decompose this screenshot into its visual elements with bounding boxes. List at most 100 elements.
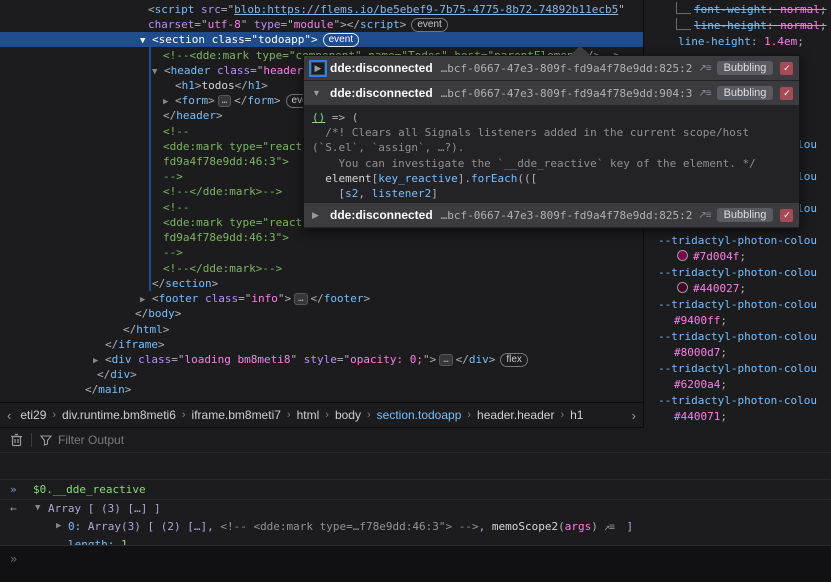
listener-source-location[interactable]: …bcf-0667-47e3-809f-fd9a4f78e9dd:904:3 xyxy=(441,87,693,100)
event-listener-row[interactable]: ▶dde:disconnected…bcf-0667-47e3-809f-fd9… xyxy=(304,203,799,228)
listener-enabled-checkbox[interactable]: ✓ xyxy=(780,209,793,222)
listener-handler-source: () => ( /*! Clears all Signals listeners… xyxy=(304,106,799,203)
tree-row[interactable]: () => ( xyxy=(304,110,799,125)
tree-row[interactable]: </body> xyxy=(0,306,643,321)
expand-arrow-icon[interactable]: ▼ xyxy=(140,34,152,49)
row-content: <h1>todos</h1> xyxy=(0,78,268,93)
selected-tree-row[interactable]: ▼<section class="todoapp">event xyxy=(0,32,643,47)
expand-arrow-icon[interactable]: ▶ xyxy=(312,210,324,221)
tree-row[interactable]: line-height: normal; xyxy=(644,18,831,33)
code-text: < xyxy=(152,33,159,46)
expand-arrow-icon[interactable]: ▶ xyxy=(56,519,68,534)
code-text: class xyxy=(210,64,250,77)
tree-row[interactable]: </html> xyxy=(0,322,643,337)
code-text: --tridactyl-photon-colou xyxy=(658,234,817,247)
badge[interactable]: flex xyxy=(500,353,528,367)
tree-row[interactable]: ▶<footer class="info">…</footer> xyxy=(0,291,643,306)
filter-output-input[interactable]: Filter Output xyxy=(58,433,124,447)
tree-row[interactable]: </div> xyxy=(0,367,643,382)
code-text: #8000d7 xyxy=(674,346,720,359)
tree-row[interactable]: You can investigate the `__dde_reactive`… xyxy=(304,156,799,171)
listener-source-location[interactable]: …bcf-0667-47e3-809f-fd9a4f78e9dd:825:2 xyxy=(441,62,693,75)
console-toolbar: Filter Output xyxy=(0,428,831,453)
tree-row[interactable]: </iframe> xyxy=(0,337,643,352)
code-text: h1 xyxy=(248,79,261,92)
tree-row[interactable]: </section> xyxy=(0,276,643,291)
tree-row[interactable]: 0: Array(3) [ (2) […], <!-- <dde:mark ty… xyxy=(0,519,831,534)
tree-row[interactable]: --> xyxy=(0,245,643,260)
breadcrumb-item-html[interactable]: html xyxy=(295,408,322,422)
breadcrumb-item-div-runtime-bm8meti6[interactable]: div.runtime.bm8meti6 xyxy=(60,408,178,422)
listener-source-location[interactable]: …bcf-0667-47e3-809f-fd9a4f78e9dd:825:2 xyxy=(441,209,693,222)
tree-row[interactable]: --tridactyl-photon-colou xyxy=(644,265,831,280)
jump-to-debugger-icon[interactable]: ↗≡ xyxy=(604,522,614,533)
tree-row[interactable]: ▶<div class="loading bm8meti8" style="op… xyxy=(0,352,643,367)
breadcrumb-scroll-left-icon[interactable]: ‹ xyxy=(0,408,18,423)
clear-console-icon[interactable] xyxy=(10,433,23,447)
badge[interactable]: event xyxy=(411,18,447,32)
badge[interactable]: event xyxy=(323,33,359,47)
code-text: ) xyxy=(591,520,598,533)
inline-expander[interactable]: … xyxy=(294,293,307,305)
tree-row[interactable]: line-height: 1.4em; xyxy=(644,34,831,49)
event-listener-row[interactable]: ▶dde:disconnected…bcf-0667-47e3-809f-fd9… xyxy=(304,56,799,81)
event-listener-row[interactable]: ▼dde:disconnected…bcf-0667-47e3-809f-fd9… xyxy=(304,81,799,106)
inline-expander[interactable]: … xyxy=(218,95,231,107)
breadcrumb-item-iframe-bm8meti7[interactable]: iframe.bm8meti7 xyxy=(190,408,283,422)
tree-row[interactable]: Array [ (3) […] ]←▼ xyxy=(0,501,831,516)
tree-row[interactable]: element[key_reactive].forEach(([ xyxy=(304,171,799,186)
tree-row[interactable]: #440027; xyxy=(644,281,831,296)
breadcrumb-scroll-right-icon[interactable]: › xyxy=(625,408,643,423)
expand-arrow-icon[interactable]: ▼ xyxy=(312,88,324,98)
tree-row[interactable]: --tridactyl-photon-colou xyxy=(644,297,831,312)
row-content: <dde:mark type="reacti xyxy=(0,215,309,230)
attribute-link[interactable]: blob:https://flems.io/be5ebef9-7b75-4775… xyxy=(234,3,618,16)
inline-expander[interactable]: … xyxy=(439,354,452,366)
tree-row[interactable]: charset="utf-8" type="module"></script>e… xyxy=(0,17,643,32)
tree-row[interactable]: font-weight: normal; xyxy=(644,2,831,17)
breadcrumb-item-section-todoapp[interactable]: section.todoapp xyxy=(375,408,464,422)
tree-row[interactable]: fd9a4f78e9dd:46:3"> xyxy=(0,230,643,245)
row-content: --tridactyl-photon-colou xyxy=(644,233,817,248)
listener-enabled-checkbox[interactable]: ✓ xyxy=(780,62,793,75)
breadcrumb-separator-icon: › xyxy=(463,409,475,421)
tree-row[interactable]: /*! Clears all Signals listeners added i… xyxy=(304,125,799,140)
code-text: [ xyxy=(312,187,345,200)
tree-row[interactable]: </main> xyxy=(0,382,643,397)
jump-to-debugger-icon[interactable]: ↗≡ xyxy=(698,63,710,74)
tree-row[interactable]: (`S.el`, `assign`, …?). xyxy=(304,140,799,155)
code-text: </ xyxy=(152,277,165,290)
tree-row[interactable]: --tridactyl-photon-colou xyxy=(644,361,831,376)
jump-to-debugger-icon[interactable]: ↗≡ xyxy=(698,210,710,221)
color-swatch[interactable] xyxy=(677,250,688,261)
code-text: footer xyxy=(324,292,364,305)
code-text: Array [ (3) […] ] xyxy=(48,502,161,515)
code-text: loading bm8meti8 xyxy=(185,353,291,366)
tree-row[interactable]: #6200a4; xyxy=(644,377,831,392)
breadcrumb-item-h1[interactable]: h1 xyxy=(568,408,585,422)
tree-row[interactable]: <script src="blob:https://flems.io/be5eb… xyxy=(0,2,643,17)
console-input-area[interactable]: » xyxy=(0,545,831,582)
code-text: --tridactyl-photon-colou xyxy=(658,362,817,375)
code-text: iframe xyxy=(118,338,158,351)
code-text: => ( xyxy=(325,111,358,124)
tree-row[interactable]: #9400ff; xyxy=(644,313,831,328)
tree-row[interactable]: #440071; xyxy=(644,409,831,424)
breadcrumb-item-eti29[interactable]: eti29 xyxy=(18,408,48,422)
tree-row[interactable]: --tridactyl-photon-colou xyxy=(644,329,831,344)
tree-row[interactable]: #7d004f; xyxy=(644,249,831,264)
tree-row[interactable]: <!--</dde:mark>--> xyxy=(0,261,643,276)
tree-row[interactable]: --tridactyl-photon-colou xyxy=(644,393,831,408)
tree-row[interactable]: --tridactyl-photon-colou xyxy=(644,233,831,248)
breadcrumb-item-body[interactable]: body xyxy=(333,408,363,422)
tree-row[interactable]: $0.__dde_reactive» xyxy=(0,479,831,500)
jump-to-debugger-icon[interactable]: ↗≡ xyxy=(698,88,710,99)
breadcrumb-item-header-header[interactable]: header.header xyxy=(475,408,556,422)
expand-arrow-icon[interactable]: ▶ xyxy=(312,63,324,74)
tree-row[interactable]: #8000d7; xyxy=(644,345,831,360)
listener-enabled-checkbox[interactable]: ✓ xyxy=(780,87,793,100)
expand-arrow-icon[interactable]: ▼ xyxy=(35,501,47,516)
color-swatch[interactable] xyxy=(677,282,688,293)
row-content: </section> xyxy=(0,276,218,291)
tree-row[interactable]: [s2, listener2] xyxy=(304,186,799,201)
